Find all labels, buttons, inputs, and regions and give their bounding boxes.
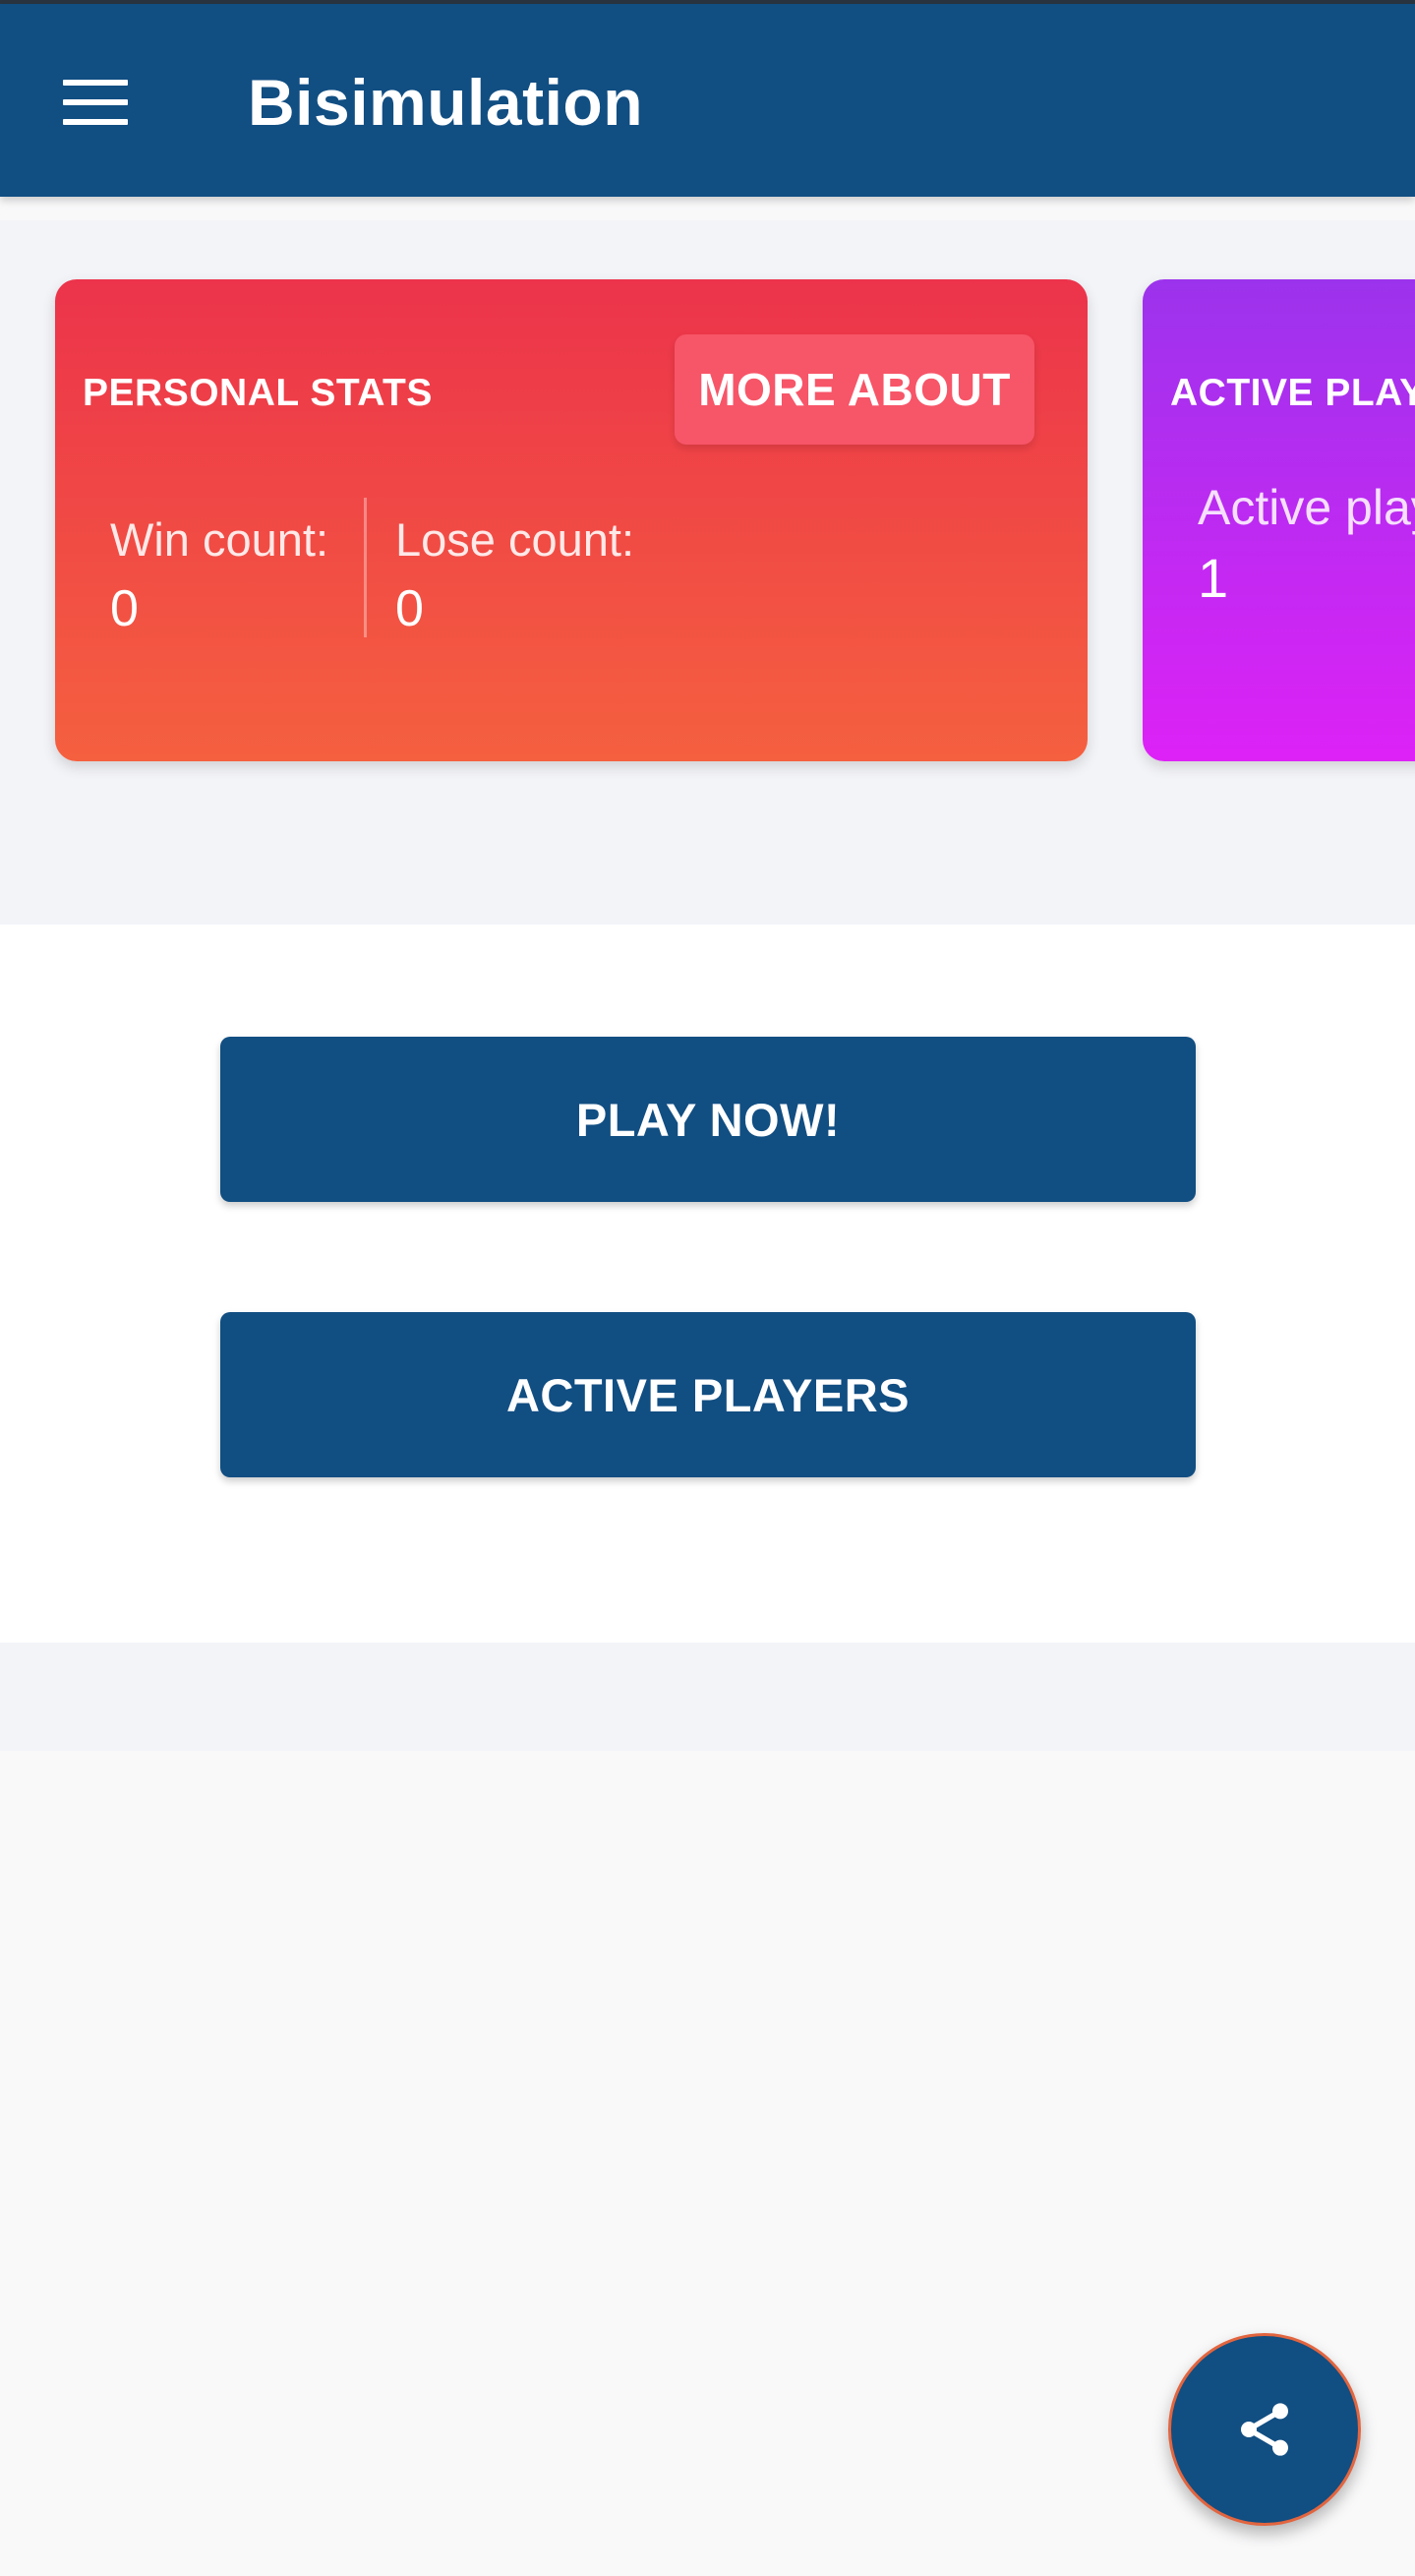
stats-carousel[interactable]: PERSONAL STATS MORE ABOUT Win count: 0 L… xyxy=(0,220,1415,925)
hamburger-menu-icon[interactable] xyxy=(51,63,142,142)
active-players-stat: Active play 1 xyxy=(1198,472,1415,614)
more-about-button[interactable]: MORE ABOUT xyxy=(675,334,1034,445)
section-divider xyxy=(0,1643,1415,1751)
personal-stats-card: PERSONAL STATS MORE ABOUT Win count: 0 L… xyxy=(55,279,1088,761)
app-title: Bisimulation xyxy=(248,66,644,139)
actions-panel: PLAY NOW! ACTIVE PLAYERS xyxy=(0,925,1415,1643)
lose-count-value: 0 xyxy=(395,580,424,637)
lose-count-stat: Lose count: 0 xyxy=(395,506,634,643)
active-players-title: ACTIVE PLAY xyxy=(1170,372,1415,414)
active-players-card: ACTIVE PLAY Active play 1 xyxy=(1143,279,1415,761)
play-now-button[interactable]: PLAY NOW! xyxy=(220,1037,1196,1202)
personal-stats-title: PERSONAL STATS xyxy=(83,372,433,414)
stat-divider xyxy=(364,498,367,637)
active-players-value: 1 xyxy=(1198,547,1229,609)
win-count-value: 0 xyxy=(110,580,139,637)
active-players-button[interactable]: ACTIVE PLAYERS xyxy=(220,1312,1196,1477)
app-bar: Bisimulation xyxy=(0,4,1415,197)
active-players-label: Active play xyxy=(1198,480,1415,535)
share-icon xyxy=(1241,2403,1288,2456)
win-count-stat: Win count: 0 xyxy=(110,506,328,643)
lose-count-label: Lose count: xyxy=(395,513,635,566)
share-fab-button[interactable] xyxy=(1168,2333,1361,2526)
win-count-label: Win count: xyxy=(110,513,329,566)
